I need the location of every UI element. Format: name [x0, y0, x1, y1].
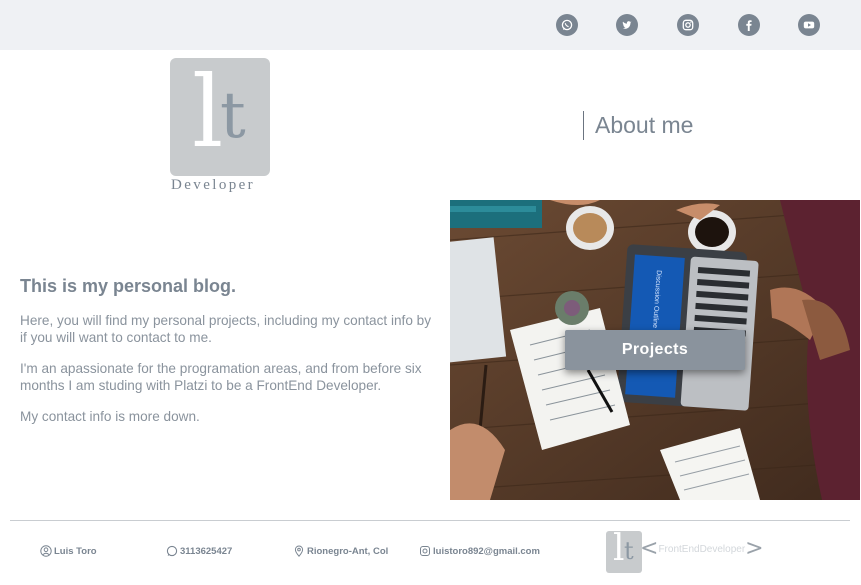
projects-button[interactable]: Projects [565, 330, 745, 370]
site-logo[interactable]: l t Developer [170, 58, 271, 194]
page-title: This is my personal blog. [20, 276, 237, 296]
whatsapp-small-icon [166, 545, 178, 557]
footer-phone[interactable]: 3113625427 [166, 545, 232, 557]
footer-location-text: Rionegro-Ant, Col [307, 545, 389, 557]
nav-about-me-link[interactable]: About me [583, 111, 693, 140]
tagline-text: FrontEndDeveloper [658, 543, 746, 555]
footer-email-text: luistoro892@gmail.com [433, 545, 540, 557]
youtube-icon[interactable] [798, 14, 820, 36]
intro-paragraph: Here, you will find my personal projects… [20, 313, 432, 345]
footer-logo[interactable]: l t [606, 531, 642, 573]
logo-letter-l: l [192, 56, 224, 170]
footer-email[interactable]: luistoro892@gmail.com [419, 545, 540, 557]
footer-divider [10, 520, 850, 521]
tag-close-bracket: > [745, 536, 764, 561]
logo-caption: Developer [171, 177, 256, 193]
footer-logo-letter-t: t [624, 537, 634, 565]
logo-letter-t: t [220, 79, 246, 153]
about-paragraph: I'm an apassionate for the programation … [20, 361, 422, 393]
footer-logo-letter-l: l [613, 531, 625, 569]
tag-open-bracket: < [640, 536, 659, 561]
user-icon [40, 545, 52, 557]
instagram-small-icon [420, 546, 430, 556]
footer-name: Luis Toro [40, 545, 97, 557]
contact-note-paragraph: My contact info is more down. [20, 409, 200, 424]
location-pin-icon [294, 545, 304, 557]
facebook-icon[interactable] [738, 14, 760, 36]
instagram-icon[interactable] [677, 14, 699, 36]
twitter-icon[interactable] [616, 14, 638, 36]
top-bar [0, 0, 861, 50]
whatsapp-icon[interactable] [556, 14, 578, 36]
footer-phone-text: 3113625427 [180, 545, 233, 557]
footer-name-text: Luis Toro [54, 545, 97, 557]
footer-location: Rionegro-Ant, Col [293, 545, 388, 557]
footer-tagline: < FrontEndDeveloper > [640, 538, 764, 560]
